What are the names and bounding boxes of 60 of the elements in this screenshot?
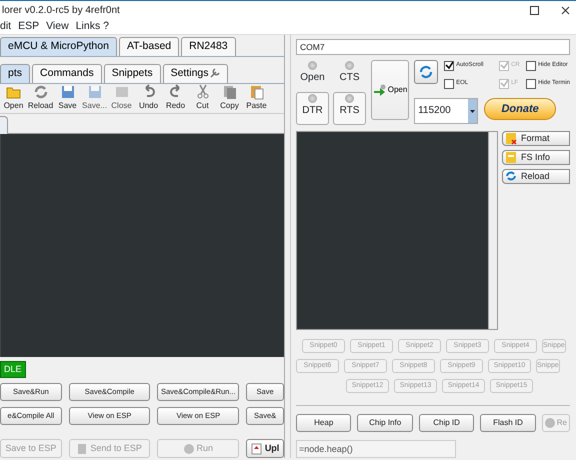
tab[interactable]: RN2483 [181, 37, 236, 56]
side-button[interactable]: Format [502, 130, 570, 146]
menu-item[interactable]: ESP [18, 18, 40, 34]
command-input[interactable]: =node.heap() [296, 440, 456, 458]
tab[interactable]: pts [0, 64, 30, 82]
window-title: lorer v0.2.0-rc5 by 4refr0nt [2, 4, 120, 18]
paste-icon [248, 84, 264, 100]
command-button[interactable]: Chip Info [357, 414, 413, 432]
toolbar-button[interactable]: Undo [135, 84, 162, 112]
port-dropdown[interactable]: COM7 [296, 39, 570, 55]
led-icon [345, 60, 354, 70]
tab[interactable]: Snippets [104, 64, 161, 82]
refresh-icon [505, 170, 517, 183]
toolbar-button[interactable]: Copy [216, 84, 243, 112]
line-button[interactable]: RTS [333, 92, 366, 125]
action-button[interactable]: Upl [246, 439, 284, 458]
status-label: DLE [0, 360, 26, 378]
upload-icon [250, 442, 262, 454]
refresh-button[interactable] [414, 60, 438, 84]
led-icon [345, 94, 354, 104]
connect-icon [372, 84, 387, 96]
led-icon [308, 94, 317, 104]
toolbar-button[interactable]: Cut [189, 84, 216, 112]
checkmark-icon [445, 61, 454, 70]
command-button[interactable]: Chip ID [418, 414, 474, 432]
menu-item[interactable]: View [46, 18, 69, 34]
open-port-button[interactable]: Open [371, 60, 410, 120]
toolbar-button[interactable]: Save [54, 84, 81, 112]
scrollbar[interactable] [488, 132, 497, 330]
wrench-icon [208, 67, 220, 78]
tab[interactable]: Settings [162, 64, 228, 82]
toolbar-button[interactable]: Open [0, 84, 27, 112]
toolbar-button[interactable]: Redo [162, 84, 189, 112]
command-button[interactable]: Heap [296, 414, 352, 432]
toolbar-button[interactable]: Reload [27, 84, 54, 112]
donate-button[interactable]: Donate [484, 98, 556, 120]
scissors-icon [194, 84, 210, 100]
side-button[interactable]: Reload [502, 168, 570, 184]
menu-item[interactable]: Links ? [76, 18, 109, 34]
format-icon [505, 132, 517, 145]
indicator-label: Open [300, 70, 325, 85]
indicator-label: CTS [340, 70, 360, 85]
editor-tab[interactable] [0, 116, 8, 134]
led-icon [308, 60, 317, 70]
baud-dropdown[interactable]: 115200 [414, 98, 478, 124]
maximize-icon[interactable] [530, 6, 539, 14]
refresh-icon [419, 64, 434, 79]
side-button[interactable]: FS Info [502, 150, 570, 165]
tab[interactable]: AT-based [118, 37, 180, 56]
info-icon [505, 150, 517, 164]
circle-icon [184, 444, 194, 454]
toolbar-button[interactable]: Paste [243, 84, 270, 112]
command-button[interactable]: Flash ID [480, 414, 536, 432]
menu-item[interactable]: dit [0, 18, 12, 34]
line-button[interactable]: DTR [296, 92, 329, 125]
close-icon[interactable] [561, 6, 570, 14]
reload-icon [32, 84, 48, 100]
tab[interactable]: Commands [32, 64, 102, 82]
copy-icon [222, 84, 238, 100]
tab[interactable]: eMCU & MicroPython [0, 37, 117, 56]
